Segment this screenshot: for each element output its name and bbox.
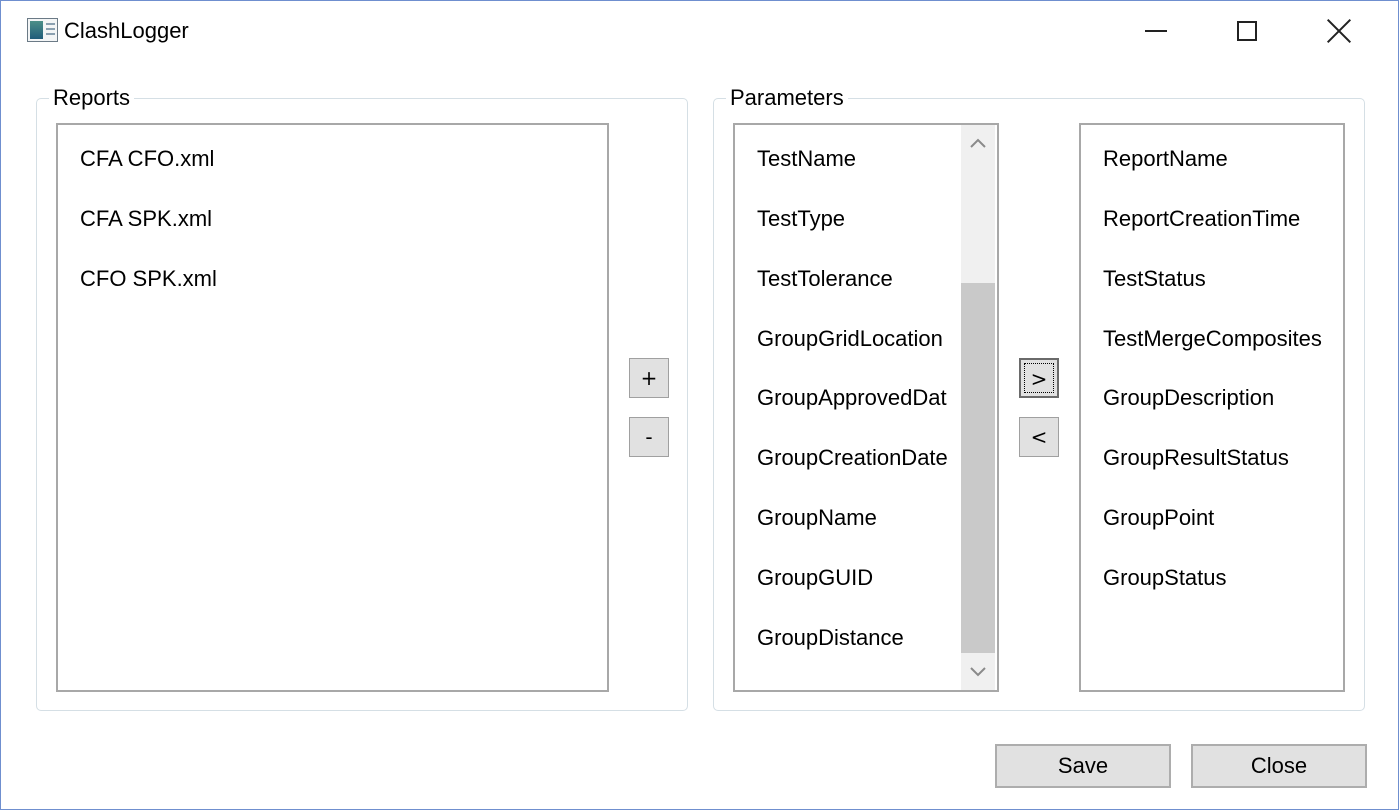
move-right-button[interactable]: > [1019,358,1059,398]
report-list-item[interactable]: CFA CFO.xml [80,145,214,173]
save-button[interactable]: Save [995,744,1171,788]
available-parameter-item[interactable]: GroupGridLocation [757,325,943,353]
move-left-button[interactable]: < [1019,417,1059,457]
available-parameter-item[interactable]: TestTolerance [757,265,893,293]
remove-report-button[interactable]: - [629,417,669,457]
selected-parameter-item[interactable]: TestMergeComposites [1103,325,1322,353]
maximize-icon [1237,21,1257,41]
chevron-down-icon[interactable] [961,654,995,690]
add-report-button[interactable]: + [629,358,669,398]
report-list-item[interactable]: CFO SPK.xml [80,265,217,293]
selected-parameter-item[interactable]: TestStatus [1103,265,1206,293]
available-parameter-item[interactable]: GroupDistance [757,624,904,652]
available-parameters-list[interactable]: TestName TestType TestTolerance GroupGri… [733,123,999,692]
reports-group-label: Reports [49,84,135,112]
scrollbar-thumb[interactable] [961,283,995,653]
available-parameter-item[interactable]: GroupApprovedDat [757,384,947,412]
close-window-button[interactable] [1293,1,1385,61]
available-parameters-scrollbar[interactable] [961,125,995,690]
selected-parameters-list[interactable]: ReportName ReportCreationTime TestStatus… [1079,123,1345,692]
report-list-item[interactable]: CFA SPK.xml [80,205,212,233]
minimize-button[interactable] [1110,1,1202,61]
selected-parameter-item[interactable]: ReportCreationTime [1103,205,1300,233]
minimize-icon [1145,30,1167,32]
selected-parameter-item[interactable]: GroupResultStatus [1103,444,1289,472]
available-parameter-item[interactable]: TestName [757,145,856,173]
title-bar[interactable]: ClashLogger [1,1,1398,63]
parameters-group-label: Parameters [726,84,848,112]
selected-parameter-item[interactable]: GroupDescription [1103,384,1274,412]
selected-parameter-item[interactable]: ReportName [1103,145,1228,173]
parameters-group: Parameters TestName TestType TestToleran… [713,84,1365,711]
available-parameter-item[interactable]: GroupGUID [757,564,873,592]
clashlogger-window: ClashLogger Reports CFA CFO.xml CFA SPK.… [0,0,1399,810]
window-title: ClashLogger [64,18,189,43]
selected-parameter-item[interactable]: GroupPoint [1103,504,1214,532]
reports-list[interactable]: CFA CFO.xml CFA SPK.xml CFO SPK.xml [56,123,609,692]
available-parameter-item[interactable]: TestType [757,205,845,233]
available-parameter-item[interactable]: GroupName [757,504,877,532]
close-icon [1327,19,1351,43]
app-icon [27,18,58,42]
available-parameter-item[interactable]: GroupCreationDate [757,444,948,472]
maximize-button[interactable] [1201,1,1293,61]
close-button[interactable]: Close [1191,744,1367,788]
reports-group: Reports CFA CFO.xml CFA SPK.xml CFO SPK.… [36,84,688,711]
selected-parameter-item[interactable]: GroupStatus [1103,564,1227,592]
chevron-up-icon[interactable] [961,125,995,161]
